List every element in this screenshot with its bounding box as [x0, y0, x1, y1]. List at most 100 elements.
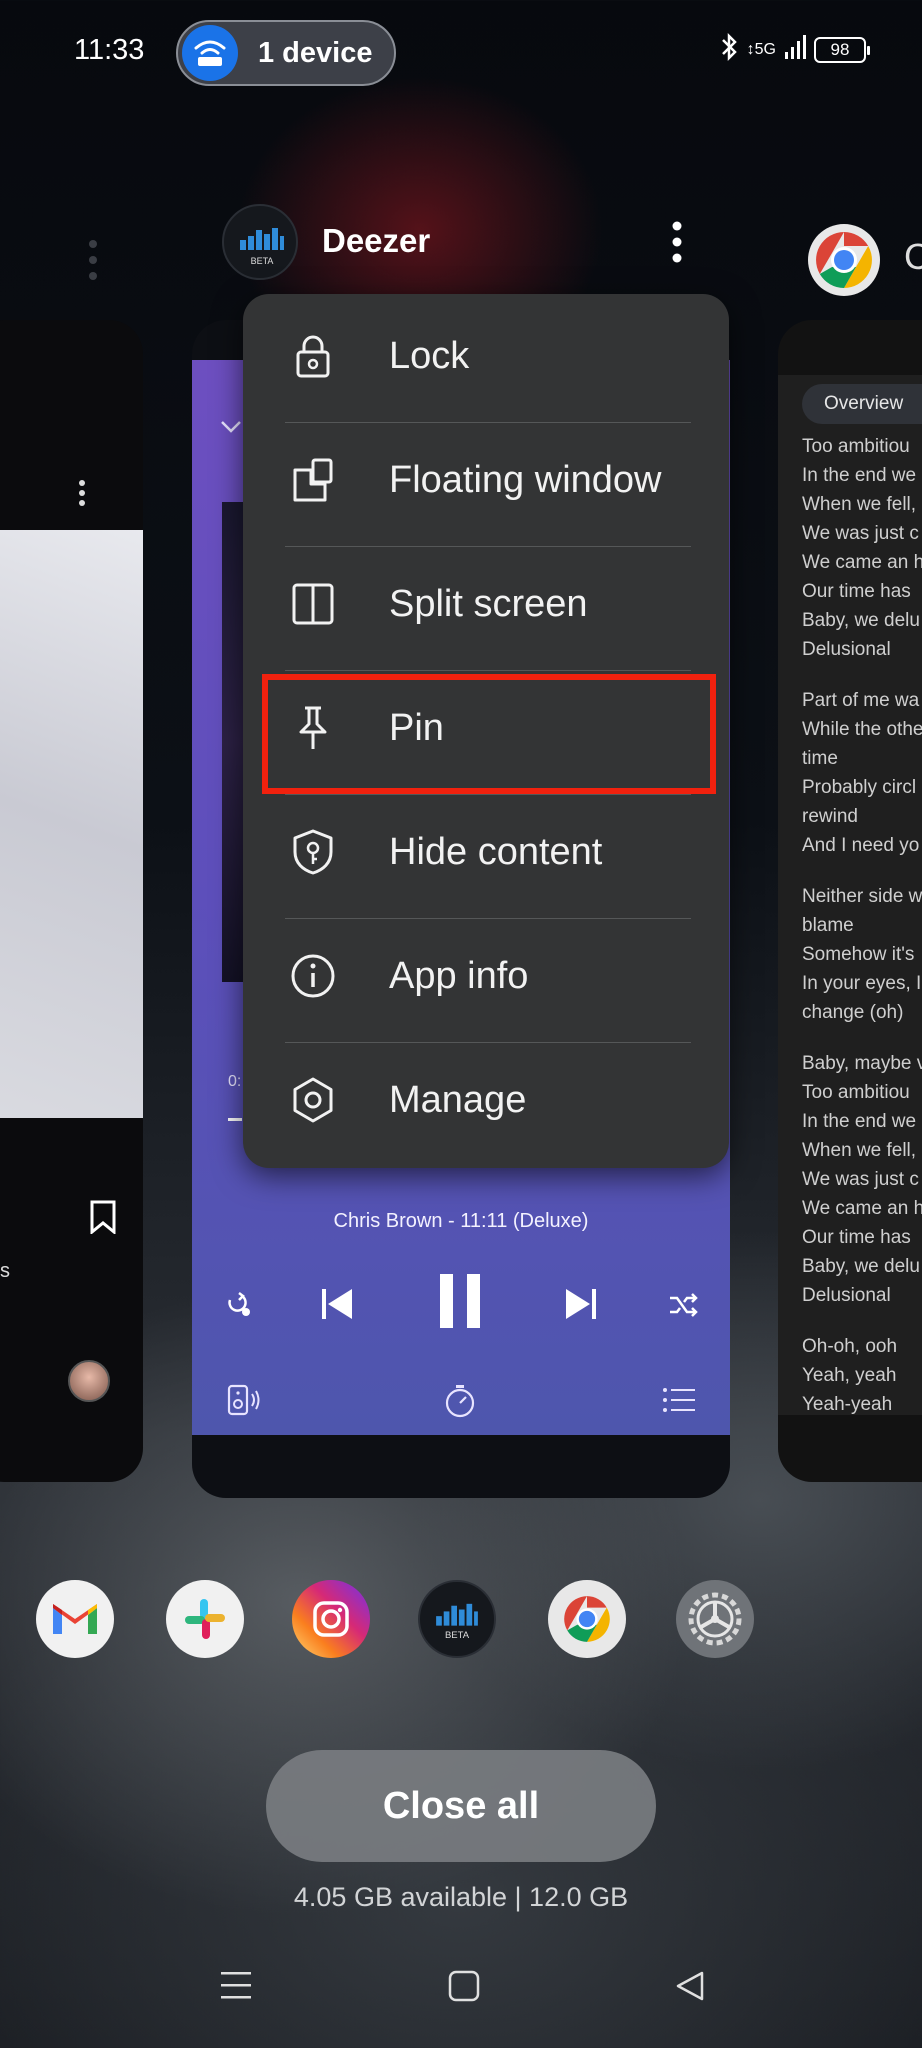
menu-item-floating-window[interactable]: Floating window [243, 418, 729, 542]
lyric-line: Baby, we delu [802, 610, 920, 631]
next-icon[interactable] [564, 1286, 598, 1322]
menu-item-pin[interactable]: Pin [243, 666, 729, 790]
player-bottom-tools [192, 1380, 730, 1430]
info-icon [289, 952, 337, 1000]
elapsed-time: 0: [228, 1073, 242, 1090]
lyrics-text: Too ambitiou In the end we When we fell, We… [802, 432, 922, 1419]
app-options-icon[interactable] [664, 218, 690, 271]
floating-window-icon [289, 456, 337, 504]
menu-item-label: Manage [389, 1078, 527, 1121]
pause-icon[interactable] [438, 1272, 482, 1330]
lyrics-gap [802, 860, 922, 882]
playback-controls [192, 1272, 730, 1342]
status-time: 11:33 [74, 34, 145, 66]
lyric-line: We came an h [802, 1198, 922, 1219]
battery-icon: 98 [814, 36, 870, 63]
home-icon[interactable] [448, 1970, 480, 2007]
speaker-device-icon[interactable] [226, 1382, 262, 1418]
recents-menu-icon[interactable] [220, 1970, 252, 2005]
chrome-icon[interactable] [548, 1580, 626, 1658]
recent-app-card-chrome[interactable]: Overview Too ambitiou In the end we When w… [778, 320, 922, 1482]
chrome-title-fragment: C [904, 236, 922, 277]
lyric-line: Baby, we delu [802, 1256, 920, 1277]
settings-icon[interactable] [676, 1580, 754, 1658]
lyric-line: Oh-oh, ooh [802, 1336, 898, 1357]
queue-list-icon[interactable] [662, 1386, 696, 1414]
split-screen-icon [289, 580, 337, 628]
lyric-line: And I need yo [802, 835, 920, 856]
app-context-menu: Lock Floating window Split screen Pin Hi… [243, 294, 729, 1168]
deezer-logo: BETA [222, 204, 298, 280]
previous-icon[interactable] [320, 1286, 354, 1322]
lyric-line: We came an h [802, 552, 922, 573]
instagram-icon[interactable] [292, 1580, 370, 1658]
lyric-line: Neither side w [802, 886, 922, 907]
lyric-line: Part of me wa [802, 690, 920, 711]
lyric-line: Probably circl [802, 777, 917, 798]
menu-item-label: Split screen [389, 582, 588, 625]
recent-app-card-left[interactable]: s [0, 320, 143, 1482]
lyric-line: Somehow it's [802, 944, 915, 965]
lyric-line: Too ambitiou [802, 436, 910, 457]
lyric-line: Too ambitiou [802, 1082, 910, 1103]
wifi-router-icon [182, 25, 238, 81]
lyric-line: In your eyes, I [802, 973, 922, 994]
post-image [0, 530, 143, 1118]
chevron-down-icon[interactable] [220, 420, 242, 439]
lyric-line: blame [802, 915, 854, 936]
menu-item-label: Hide content [389, 830, 603, 873]
progress-bar[interactable] [228, 1118, 242, 1121]
menu-item-split-screen[interactable]: Split screen [243, 542, 729, 666]
lyric-line: Our time has [802, 1227, 911, 1248]
lyric-line: time [802, 748, 838, 769]
sleep-timer-icon[interactable] [442, 1382, 478, 1420]
left-card-text: s [0, 1260, 10, 1282]
lyric-line: When we fell, [802, 1140, 917, 1161]
device-count-label: 1 device [258, 36, 373, 69]
chrome-app-icon [806, 222, 882, 303]
hexagon-settings-icon [289, 1076, 337, 1124]
repeat-icon[interactable] [222, 1290, 252, 1320]
lyric-line: Delusional [802, 639, 891, 660]
lyric-line: Yeah-yeah [802, 1394, 893, 1415]
avatar[interactable] [68, 1360, 110, 1402]
connected-devices-pill[interactable]: 1 device [176, 20, 396, 86]
menu-item-app-info[interactable]: App info [243, 914, 729, 1038]
menu-item-label: Floating window [389, 458, 662, 501]
pin-icon [289, 704, 337, 752]
lyric-line: We was just c [802, 523, 919, 544]
lock-icon [289, 332, 337, 380]
menu-item-label: Pin [389, 706, 444, 749]
close-all-button[interactable]: Close all [266, 1750, 656, 1862]
shield-key-icon [289, 828, 337, 876]
gmail-icon[interactable] [36, 1580, 114, 1658]
lyric-line: Our time has [802, 581, 911, 602]
signal-icon [784, 34, 806, 65]
bluetooth-icon [719, 32, 739, 67]
overview-chip[interactable]: Overview [802, 384, 922, 424]
status-indicators: ↕5G 98 [719, 32, 870, 67]
lyrics-gap [802, 1027, 922, 1049]
svg-text:BETA: BETA [251, 256, 274, 266]
lyric-line: Baby, maybe v [802, 1053, 922, 1074]
lyrics-gap [802, 664, 922, 686]
deezer-icon[interactable]: BETA [418, 1580, 496, 1658]
lyric-line: Delusional [802, 1285, 891, 1306]
lyric-line: Yeah, yeah [802, 1365, 897, 1386]
lyric-line: rewind [802, 806, 858, 827]
bookmark-icon[interactable] [88, 1200, 118, 1239]
more-options-icon[interactable] [78, 480, 86, 506]
menu-item-manage[interactable]: Manage [243, 1038, 729, 1162]
lyric-line: In the end we [802, 465, 917, 486]
lyrics-gap [802, 1310, 922, 1332]
menu-item-label: App info [389, 954, 529, 997]
track-artist-album: Chris Brown - 11:11 (Deluxe) [333, 1210, 589, 1232]
shuffle-icon[interactable] [668, 1292, 698, 1318]
lyric-line: We was just c [802, 1169, 919, 1190]
menu-item-lock[interactable]: Lock [243, 294, 729, 418]
lyric-line: In the end we [802, 1111, 917, 1132]
left-card-menu-icon[interactable] [86, 238, 100, 287]
slack-icon[interactable] [166, 1580, 244, 1658]
back-icon[interactable] [674, 1970, 706, 2007]
menu-item-hide-content[interactable]: Hide content [243, 790, 729, 914]
